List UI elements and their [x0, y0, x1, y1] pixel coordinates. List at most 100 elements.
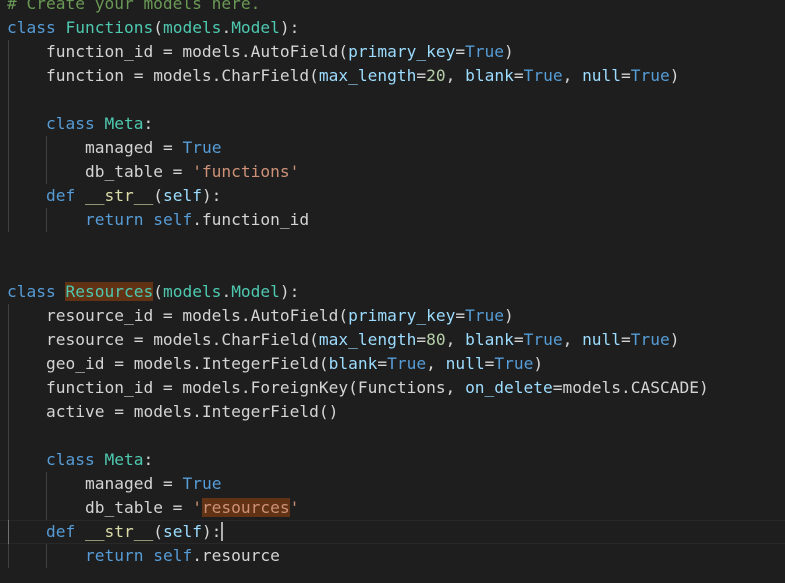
code-token: = [162, 498, 193, 517]
code-token: ): [201, 522, 222, 541]
code-token: Meta [104, 114, 144, 133]
code-line[interactable]: class Meta: [0, 112, 785, 136]
code-line[interactable] [0, 232, 785, 256]
code-token: = [153, 474, 183, 493]
code-token: = [621, 330, 631, 349]
indent-guide [8, 424, 9, 448]
code-line[interactable]: return self.resource [0, 544, 785, 568]
code-token: = models.IntegerField( [104, 354, 329, 373]
code-token: class [7, 18, 66, 37]
code-token: = [455, 42, 466, 61]
indent-guide [8, 448, 9, 472]
code-token: return [84, 210, 154, 229]
code-line[interactable]: # Create your models here. [0, 0, 785, 16]
code-line[interactable]: return self.function_id [0, 208, 785, 232]
code-token: = models.CharField( [123, 330, 319, 349]
code-token: return [84, 546, 154, 565]
code-line[interactable]: function = models.CharField(max_length = 2… [0, 64, 785, 88]
code-line[interactable]: db_table = 'functions' [0, 160, 785, 184]
code-token: True [182, 138, 222, 157]
code-line[interactable]: class Functions(models.Model): [0, 16, 785, 40]
code-token: blank [328, 354, 378, 373]
code-line[interactable]: managed = True [0, 472, 785, 496]
code-token: managed [84, 138, 154, 157]
code-token: def [45, 522, 85, 541]
code-token: ( [153, 282, 163, 301]
code-token: = models.CharField( [123, 66, 319, 85]
code-token: null [582, 330, 622, 349]
code-token: = [416, 330, 427, 349]
code-line[interactable]: def __str__(self): [0, 520, 785, 544]
code-line[interactable]: class Resources(models.Model): [0, 280, 785, 304]
code-line[interactable] [0, 256, 785, 280]
code-line[interactable]: def __str__(self): [0, 184, 785, 208]
code-token: self [162, 522, 202, 541]
code-token: class [45, 114, 105, 133]
indent-guide [46, 160, 48, 184]
code-line[interactable] [0, 424, 785, 448]
code-token: Meta [104, 450, 144, 469]
code-token: db_table [84, 498, 163, 517]
code-token: .resource [192, 546, 280, 565]
indent-guide [8, 64, 9, 88]
code-token: 20 [426, 66, 446, 85]
indent-guide [8, 472, 9, 496]
code-token: True [630, 330, 670, 349]
code-token: max_length [318, 330, 417, 349]
code-token: ): [279, 18, 300, 37]
code-line[interactable]: active = models.IntegerField() [0, 400, 785, 424]
code-token: ( [153, 18, 163, 37]
indent-guide [8, 112, 9, 136]
indent-guide [8, 304, 9, 328]
code-token: True [523, 330, 563, 349]
indent-guide [8, 496, 9, 520]
code-token: resource_id [45, 306, 154, 325]
code-token: Model [231, 282, 280, 301]
code-token: ' [289, 498, 300, 517]
code-token: primary_key [348, 306, 456, 325]
code-token: = [513, 66, 524, 85]
code-token: ) [504, 306, 514, 325]
code-token: max_length [318, 66, 417, 85]
code-editor[interactable]: # Create your models here. class Function… [0, 0, 785, 583]
code-line[interactable] [0, 88, 785, 112]
code-line[interactable]: function_id = models.ForeignKey(Function… [0, 376, 785, 400]
code-token: models [162, 282, 222, 301]
code-line[interactable]: resource_id = models.AutoField(primary_k… [0, 304, 785, 328]
code-token: = models.IntegerField() [104, 402, 339, 421]
code-token: 'functions' [192, 162, 300, 181]
code-line[interactable]: geo_id = models.IntegerField(blank=True,… [0, 352, 785, 376]
code-token: geo_id [45, 354, 105, 373]
code-token: ( [153, 186, 163, 205]
code-token: True [630, 66, 670, 85]
code-token: ) [533, 354, 544, 373]
code-token: : [143, 114, 154, 133]
code-token: ): [201, 186, 222, 205]
code-token: = [513, 330, 524, 349]
code-token: function_id [45, 378, 154, 397]
code-line[interactable]: resource = models.CharField(max_length=8… [0, 328, 785, 352]
indent-guide [8, 352, 9, 376]
indent-guide [8, 136, 9, 160]
code-token: = models.AutoField( [153, 42, 349, 61]
code-line[interactable]: db_table = 'resources' [0, 496, 785, 520]
indent-guide [8, 88, 9, 112]
code-token: null [445, 354, 485, 373]
code-line[interactable]: function_id = models.AutoField(primary_k… [0, 40, 785, 64]
code-token: __str__ [84, 186, 154, 205]
code-token: ' [192, 498, 202, 517]
indent-guide [46, 208, 48, 232]
code-line[interactable]: class Meta: [0, 448, 785, 472]
indent-guide [8, 520, 9, 544]
code-token: function [45, 66, 124, 85]
code-line[interactable]: managed = True [0, 136, 785, 160]
code-token: =models.CASCADE) [552, 378, 709, 397]
